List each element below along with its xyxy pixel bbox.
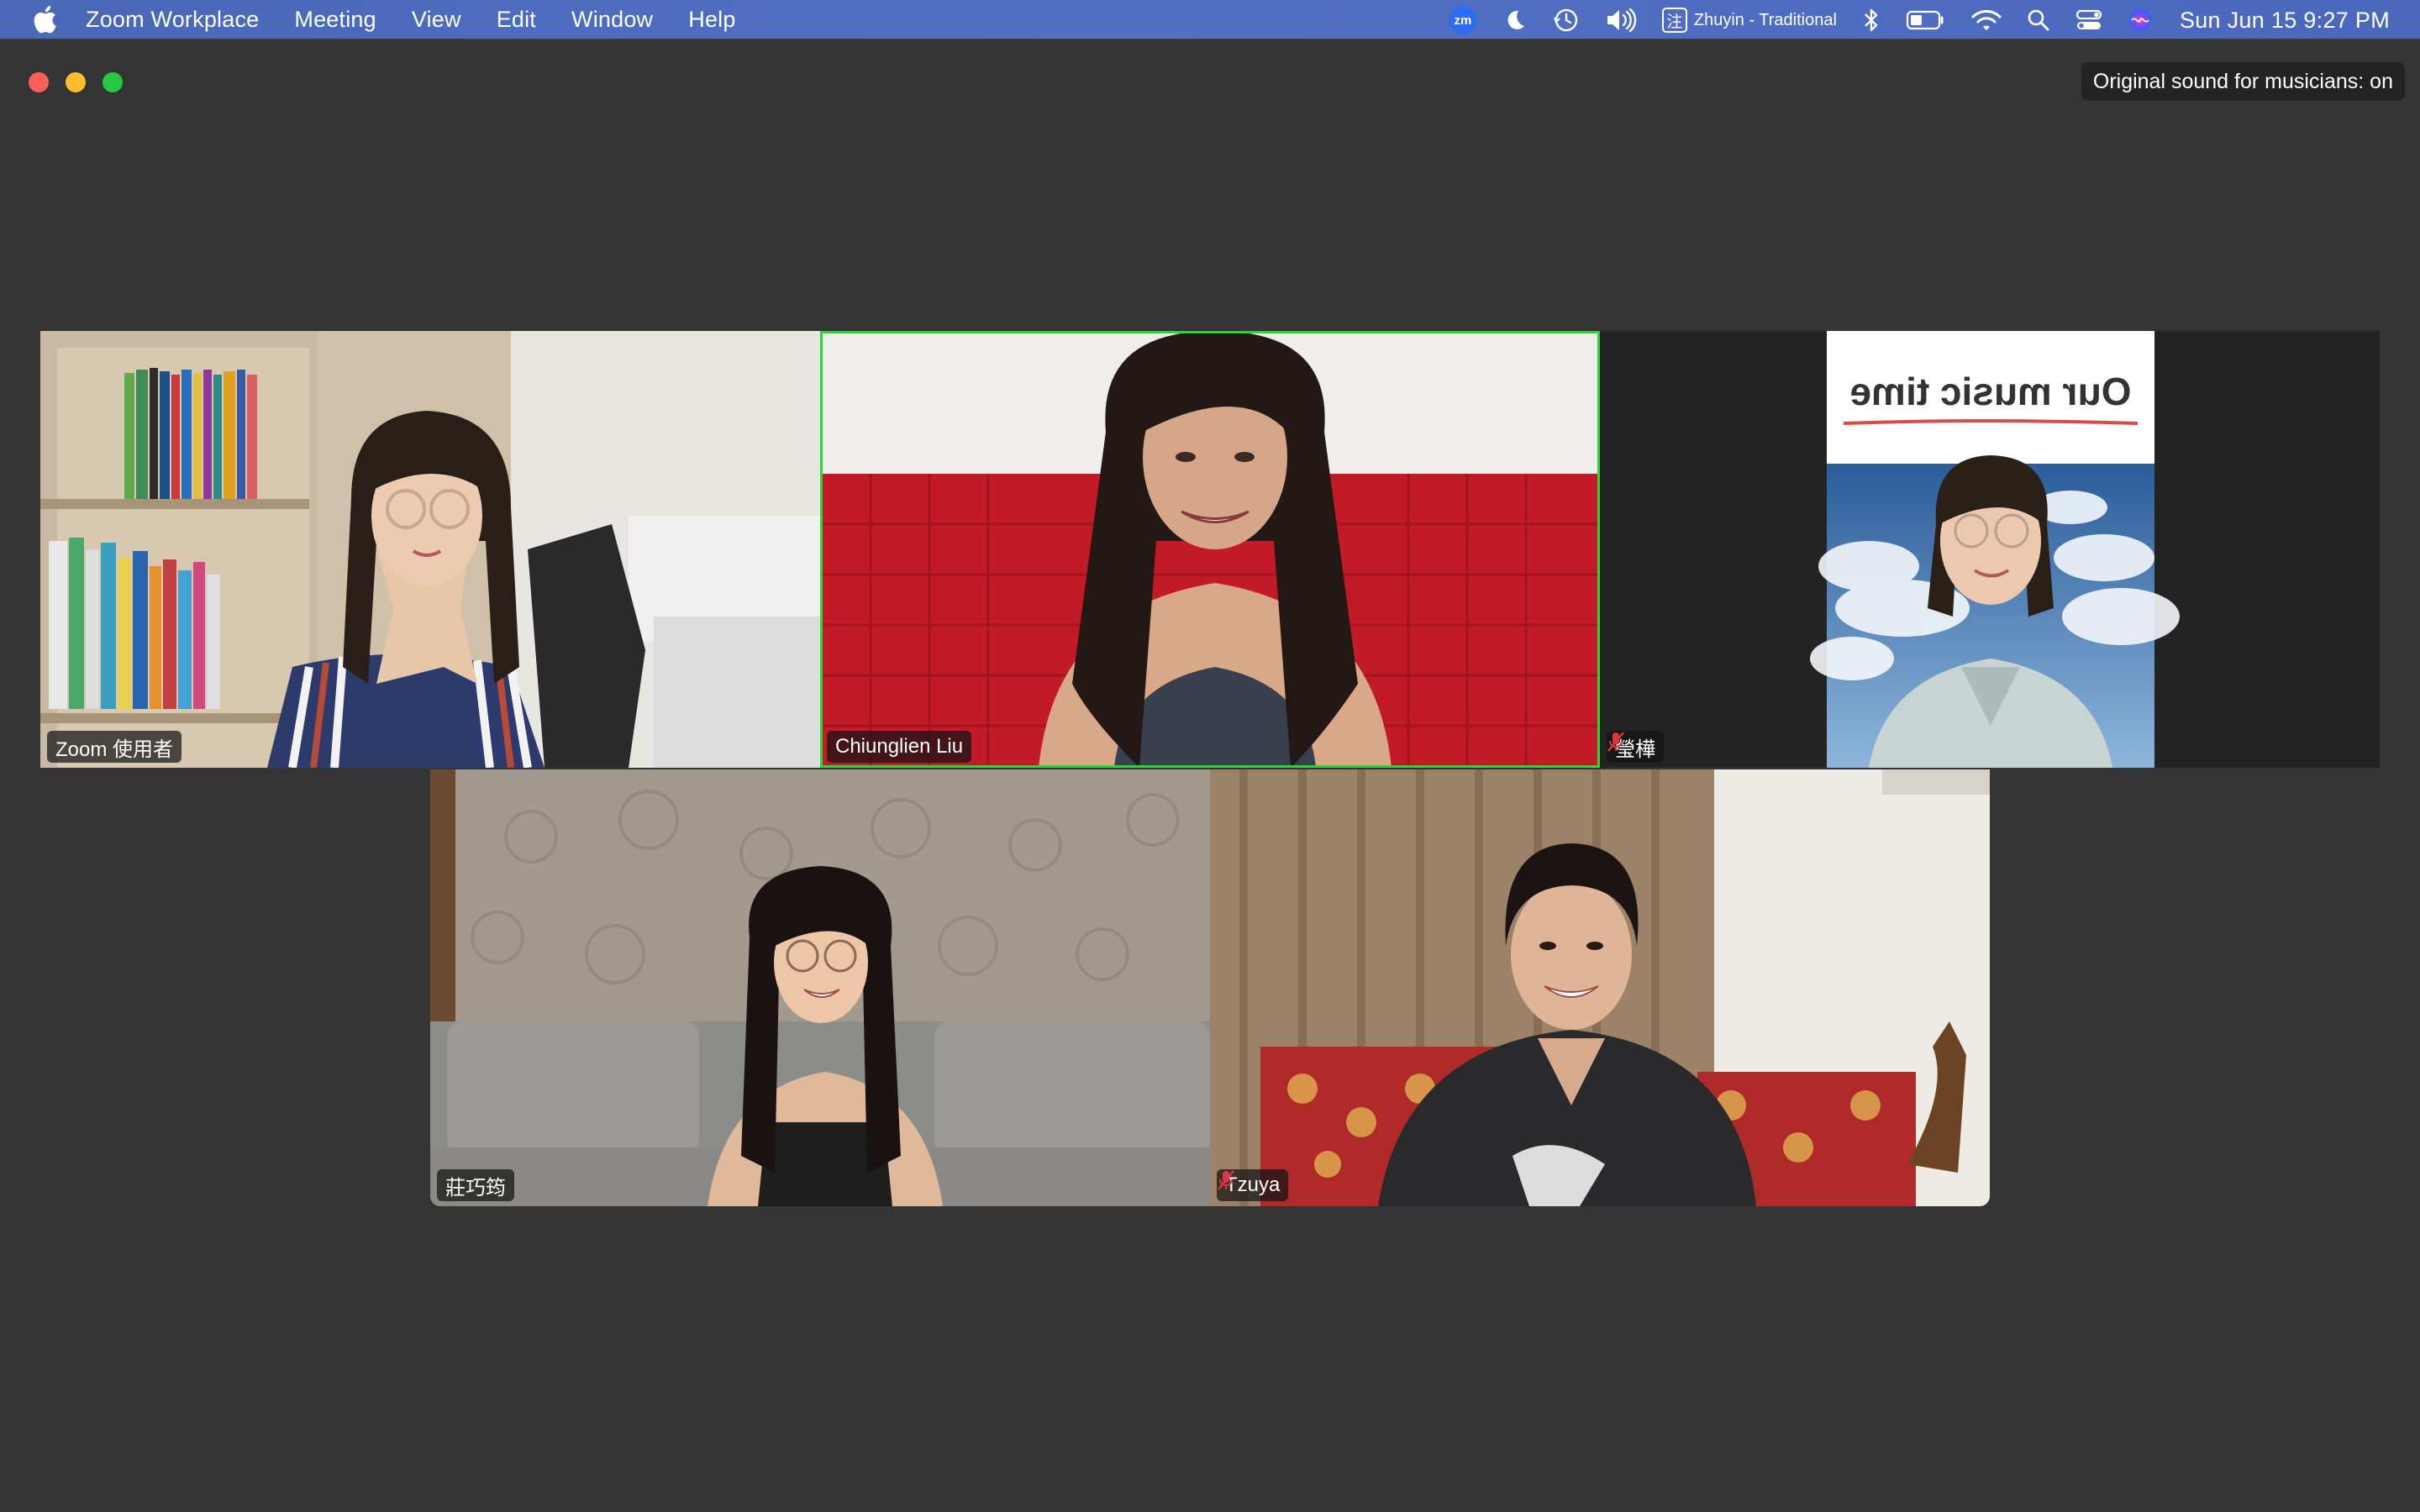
participant-name: Zoom 使用者 (55, 738, 174, 761)
original-sound-status: Original sound for musicians: on (2081, 62, 2405, 101)
participant-name-tag: 莊巧筠 (437, 1169, 514, 1201)
video-tile[interactable]: Zoom 使用者 (40, 331, 820, 768)
control-center-icon[interactable] (2075, 0, 2102, 40)
video-tile[interactable]: Chiunglien Liu (820, 331, 1600, 768)
menu-bar: Zoom Workplace Meeting View Edit Window … (0, 0, 2420, 40)
menu-app-name[interactable]: Zoom Workplace (86, 7, 259, 33)
menu-clock[interactable]: Sun Jun 15 9:27 PM (2180, 8, 2390, 34)
music-time-logo: Our music time (1843, 370, 2139, 425)
participant-name-tag: Zoom 使用者 (47, 731, 182, 763)
participant-video (820, 331, 1600, 768)
window-minimize-button[interactable] (66, 72, 86, 92)
video-tile[interactable]: Tzuya (1210, 769, 1990, 1206)
menu-help[interactable]: Help (688, 7, 735, 33)
input-source-icon: 注 (1661, 8, 1687, 33)
window-zoom-button[interactable] (103, 72, 123, 92)
participant-video (1210, 769, 1990, 1206)
participant-name-tag: Tzuya (1217, 1169, 1289, 1201)
time-machine-icon[interactable] (1553, 0, 1580, 40)
menu-edit[interactable]: Edit (497, 7, 536, 33)
input-source-menu[interactable]: 注 Zhuyin - Traditional (1661, 0, 1837, 40)
zoom-icon[interactable]: zm (1448, 0, 1477, 40)
zoom-badge-label: zm (1448, 6, 1477, 34)
menu-meeting[interactable]: Meeting (294, 7, 376, 33)
search-icon[interactable] (2027, 0, 2050, 40)
participant-video (430, 769, 1210, 1206)
video-tile[interactable]: 莊巧筠 (430, 769, 1210, 1206)
battery-icon[interactable] (1906, 0, 1946, 40)
virtual-background-text: Our music time (1850, 370, 2132, 413)
apple-icon[interactable] (32, 5, 57, 34)
bluetooth-icon[interactable] (1862, 0, 1881, 40)
window-close-button[interactable] (29, 72, 49, 92)
muted-mic-icon (1607, 732, 1624, 752)
menu-window[interactable]: Window (571, 7, 653, 33)
participant-name: 莊巧筠 (445, 1176, 506, 1200)
video-tile[interactable]: Our music time 瑩樺 (1600, 331, 2380, 768)
input-source-label: Zhuyin - Traditional (1693, 10, 1837, 29)
participant-name-tag: 瑩樺 (1607, 731, 1664, 763)
muted-mic-icon (1218, 1170, 1234, 1190)
participant-name: Chiunglien Liu (835, 735, 964, 758)
volume-icon[interactable] (1605, 0, 1637, 40)
moon-icon[interactable] (1502, 0, 1528, 40)
participant-video (40, 331, 820, 768)
participant-name-tag: Chiunglien Liu (827, 731, 972, 763)
wifi-icon[interactable] (1971, 0, 2002, 40)
menu-view[interactable]: View (412, 7, 461, 33)
siri-icon[interactable] (2128, 0, 2153, 40)
